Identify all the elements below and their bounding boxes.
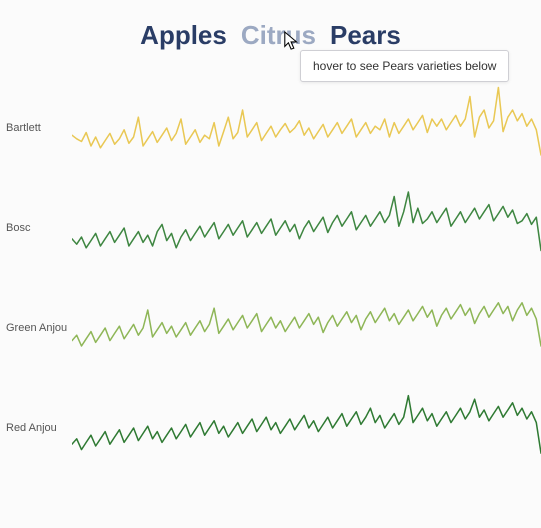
sparkline-cell <box>72 83 541 173</box>
chart-row: Bartlett <box>0 78 541 178</box>
tab-pears[interactable]: Pears <box>330 20 401 51</box>
tooltip-text: hover to see Pears varieties below <box>313 59 496 73</box>
row-label: Green Anjou <box>0 322 72 334</box>
tab-apples[interactable]: Apples <box>140 20 227 51</box>
chart-row: Red Anjou <box>0 378 541 478</box>
row-label: Bartlett <box>0 122 72 134</box>
sparkline <box>72 83 541 173</box>
sparkline <box>72 383 541 473</box>
chart-row: Green Anjou <box>0 278 541 378</box>
small-multiples-grid: Bartlett Bosc Green Anjou Red Anjou <box>0 78 541 478</box>
chart-row: Bosc <box>0 178 541 278</box>
row-label: Bosc <box>0 222 72 234</box>
tab-citrus[interactable]: Citrus <box>241 20 316 51</box>
sparkline-cell <box>72 383 541 473</box>
sparkline <box>72 283 541 373</box>
sparkline-cell <box>72 283 541 373</box>
sparkline <box>72 183 541 273</box>
row-label: Red Anjou <box>0 422 72 434</box>
sparkline-cell <box>72 183 541 273</box>
